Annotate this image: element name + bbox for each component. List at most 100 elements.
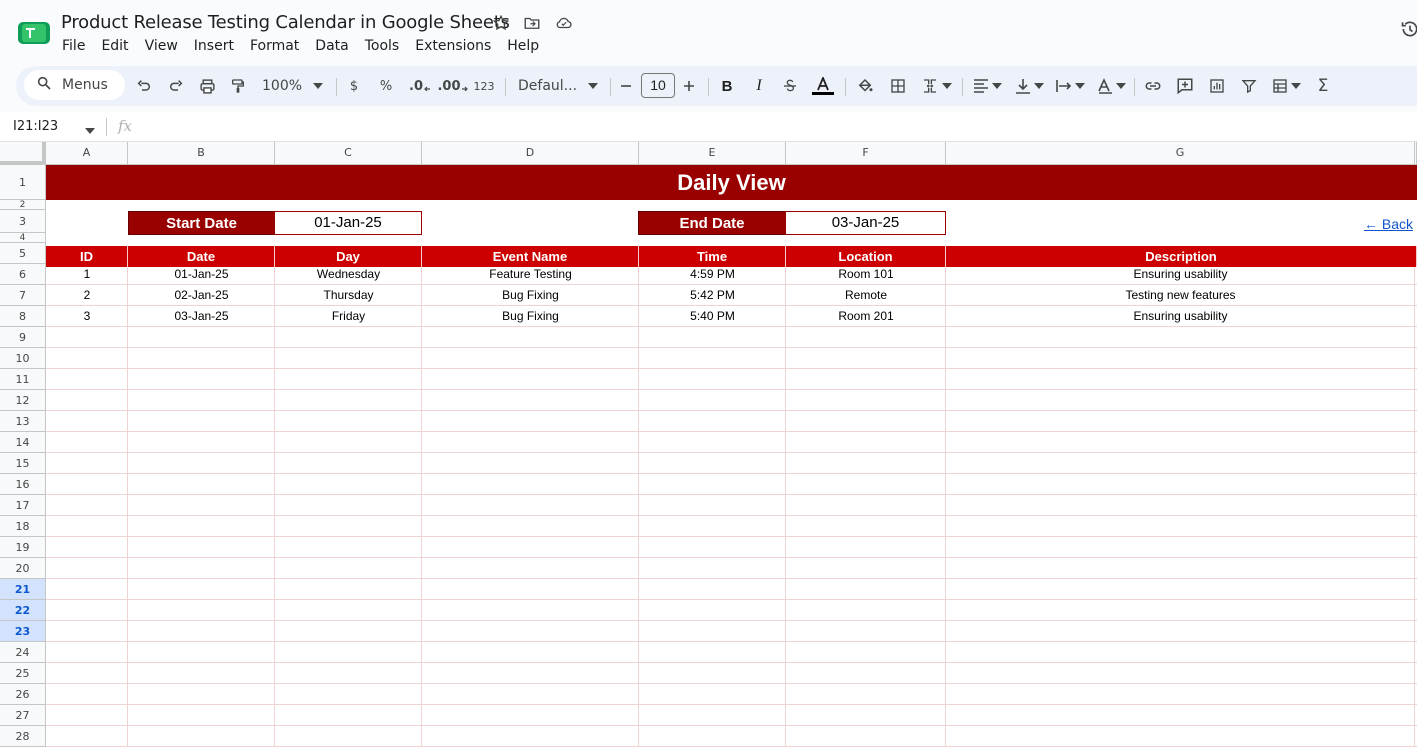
more-formats-button[interactable]: 123 [471,72,497,100]
decrease-decimal-button[interactable]: .0 [406,72,434,100]
row-header-5[interactable]: 5 [0,243,46,264]
horizontal-align-button[interactable] [970,72,1004,100]
menus-search-button[interactable]: Menus [24,70,125,100]
row-header-2[interactable]: 2 [0,200,46,210]
row-header-3[interactable]: 3 [0,210,46,233]
column-header-f[interactable]: F [786,142,946,165]
menu-edit[interactable]: Edit [93,36,136,56]
row-header-16[interactable]: 16 [0,474,46,495]
row-header-12[interactable]: 12 [0,390,46,411]
move-folder-icon[interactable] [522,13,542,33]
column-header-g[interactable]: G [946,142,1415,165]
row-header-10[interactable]: 10 [0,348,46,369]
star-icon[interactable] [491,13,511,33]
end-date-label[interactable]: End Date [638,211,786,235]
table-cell[interactable]: Room 201 [786,306,946,327]
table-cell[interactable]: Ensuring usability [946,306,1415,327]
document-title[interactable]: Product Release Testing Calendar in Goog… [61,12,510,33]
filter-views-button[interactable] [1268,72,1304,100]
increase-font-size-icon[interactable] [680,72,698,100]
merge-cells-button[interactable] [918,72,956,100]
version-history-icon[interactable] [1400,19,1417,41]
menu-view[interactable]: View [137,36,186,56]
row-header-22[interactable]: 22 [0,600,46,621]
column-header-c[interactable]: C [275,142,422,165]
table-cell[interactable]: 01-Jan-25 [128,264,275,285]
filter-icon[interactable] [1238,72,1260,100]
row-header-13[interactable]: 13 [0,411,46,432]
font-size-input[interactable]: 10 [641,73,675,98]
paint-format-icon[interactable] [227,72,249,100]
spreadsheet-grid[interactable]: ABCDEFG 1 2 3 4 5 6 7 8 9 10 11 12 13 14 15 16 17 18 19 20 2… [0,142,1417,747]
table-cell[interactable]: Wednesday [275,264,422,285]
table-cell[interactable]: Thursday [275,285,422,306]
row-header-21[interactable]: 21 [0,579,46,600]
row-header-23[interactable]: 23 [0,621,46,642]
row-header-9[interactable]: 9 [0,327,46,348]
bold-icon[interactable]: B [716,72,738,100]
print-icon[interactable] [196,72,218,100]
borders-icon[interactable] [886,72,910,100]
increase-decimal-button[interactable]: .00 [437,72,468,100]
text-color-icon[interactable] [810,72,836,100]
select-all-corner[interactable] [0,142,46,165]
menu-insert[interactable]: Insert [186,36,242,56]
column-header-b[interactable]: B [128,142,275,165]
decrease-font-size-icon[interactable] [617,72,635,100]
row-header-4[interactable]: 4 [0,233,46,243]
row-header-11[interactable]: 11 [0,369,46,390]
table-cell[interactable]: 3 [46,306,128,327]
name-box[interactable]: I21:I23 [13,119,58,134]
table-cell[interactable]: Remote [786,285,946,306]
table-cell[interactable]: 02-Jan-25 [128,285,275,306]
row-header-26[interactable]: 26 [0,684,46,705]
menu-data[interactable]: Data [307,36,356,56]
table-cell[interactable]: 2 [46,285,128,306]
font-family-select[interactable]: Defaul... [514,72,598,100]
end-date-value[interactable]: 03-Jan-25 [785,211,946,235]
percent-format-button[interactable]: % [376,72,396,100]
cloud-status-icon[interactable] [554,13,574,33]
row-header-18[interactable]: 18 [0,516,46,537]
table-cell[interactable]: 4:59 PM [639,264,786,285]
strikethrough-icon[interactable] [779,72,801,100]
menu-extensions[interactable]: Extensions [407,36,499,56]
table-cell[interactable]: Ensuring usability [946,264,1415,285]
functions-icon[interactable]: Σ [1312,72,1334,100]
table-cell[interactable]: 5:42 PM [639,285,786,306]
insert-comment-icon[interactable] [1174,72,1196,100]
row-header-8[interactable]: 8 [0,306,46,327]
table-cell[interactable]: 5:40 PM [639,306,786,327]
row-header-15[interactable]: 15 [0,453,46,474]
row-header-7[interactable]: 7 [0,285,46,306]
sheets-logo-icon[interactable] [17,20,51,46]
row-header-6[interactable]: 6 [0,264,46,285]
text-wrapping-button[interactable] [1053,72,1087,100]
sheet-title-banner[interactable]: Daily View [46,165,1417,200]
row-header-27[interactable]: 27 [0,705,46,726]
vertical-align-button[interactable] [1012,72,1046,100]
fill-color-icon[interactable] [853,72,877,100]
start-date-value[interactable]: 01-Jan-25 [274,211,422,235]
row-header-17[interactable]: 17 [0,495,46,516]
table-cell[interactable]: Feature Testing [422,264,639,285]
start-date-label[interactable]: Start Date [128,211,275,235]
table-cell[interactable]: Bug Fixing [422,285,639,306]
row-header-24[interactable]: 24 [0,642,46,663]
redo-icon[interactable] [165,72,187,100]
currency-format-button[interactable]: $ [344,72,364,100]
table-cell[interactable]: 03-Jan-25 [128,306,275,327]
undo-icon[interactable] [133,72,155,100]
table-cell[interactable]: Testing new features [946,285,1415,306]
text-rotation-button[interactable] [1094,72,1128,100]
column-header-a[interactable]: A [46,142,128,165]
row-header-19[interactable]: 19 [0,537,46,558]
back-link[interactable]: ← Back [1364,216,1413,232]
column-header-d[interactable]: D [422,142,639,165]
row-header-20[interactable]: 20 [0,558,46,579]
zoom-select[interactable]: 100% [259,72,323,100]
menu-help[interactable]: Help [499,36,547,56]
chevron-down-icon[interactable] [85,121,95,139]
menu-file[interactable]: File [54,36,93,56]
menu-format[interactable]: Format [242,36,307,56]
